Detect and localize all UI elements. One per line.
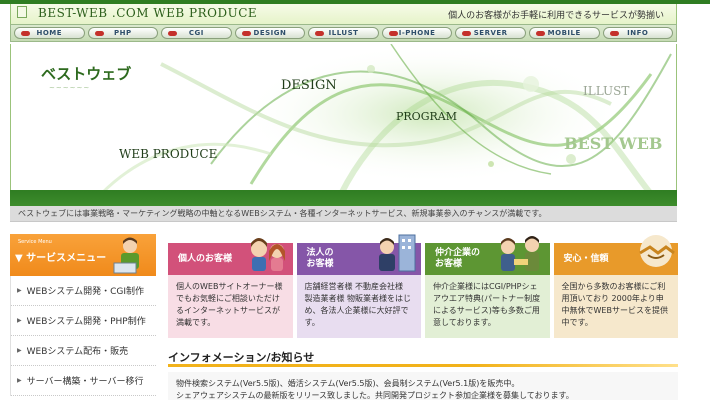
- customer-cards: 個人のお客様 個人のWEBサイトオーナー様でもお気軽にご相談いただけるインターネ…: [168, 234, 678, 338]
- sidebar-title: ▼ サービスメニュー: [15, 253, 107, 264]
- card-body: 仲介企業様にはCGI/PHPシェアウエア特典(パートナー制度によるサービス)等も…: [425, 275, 550, 338]
- info-body: 物件検索システム(Ver5.5版)、婚活システム(Ver5.5版)、会員制システ…: [168, 372, 678, 400]
- hero-word-best-web: BEST WEB: [564, 134, 663, 153]
- sidebar-header-small: Service Menu: [18, 239, 52, 245]
- card-title: 個人のお客様: [178, 253, 233, 264]
- arrow-right-icon: ▶: [17, 287, 22, 294]
- card-title: 仲介企業の お客様: [435, 248, 481, 269]
- nav-label: PHP: [114, 29, 132, 37]
- card-corporate[interactable]: 法人の お客様 店舗経営者様 不動産会社様 製造業者様 物販業者様をはじめ、各法…: [296, 234, 421, 338]
- nav-label: SERVER: [473, 29, 508, 37]
- arrow-right-icon: ▶: [17, 317, 22, 324]
- agents-icon: [500, 236, 539, 271]
- hero-word-illust: ILLUST: [583, 84, 630, 98]
- hero-word-web-produce: WEB PRODUCE: [119, 147, 218, 161]
- notice-bar: ベストウェブには事業戦略・マーケティング戦略の中軸となるWEBシステム・各種イン…: [10, 206, 677, 222]
- sidebar-item-label: WEBシステム開発・PHP制作: [26, 317, 146, 327]
- site-logo-icon[interactable]: [17, 6, 27, 18]
- card-personal[interactable]: 個人のお客様 個人のWEBサイトオーナー様でもお気軽にご相談いただけるインターネ…: [168, 238, 293, 338]
- hero-word-design: DESIGN: [281, 78, 337, 93]
- nav-iphone[interactable]: I-PHONE: [381, 27, 453, 39]
- person-with-laptop-icon: [113, 237, 139, 274]
- nav-bullet-icon: [168, 31, 178, 36]
- businessman-building-icon: [379, 234, 416, 272]
- main-nav: HOME PHP CGI DESIGN ILLUST I-PHONE SERVE…: [10, 24, 677, 42]
- nav-label: HOME: [36, 29, 63, 37]
- hero-logo: ベストウェブ: [41, 65, 132, 83]
- nav-design[interactable]: DESIGN: [234, 27, 306, 39]
- nav-server[interactable]: SERVER: [455, 27, 526, 39]
- nav-label: ILLUST: [328, 29, 359, 37]
- nav-bullet-icon: [535, 31, 545, 36]
- nav-bullet-icon: [94, 31, 104, 36]
- nav-bullet-icon: [609, 31, 619, 36]
- card-agency[interactable]: 仲介企業の お客様 仲介企業様にはCGI/PHPシェアウエア特典(パートナー制度…: [425, 236, 550, 338]
- site-name[interactable]: BEST-WEB .COM WEB PRODUCE: [38, 6, 257, 20]
- sidebar-header: Service Menu ▼ サービスメニュー: [10, 234, 156, 276]
- nav-bullet-icon: [241, 31, 251, 36]
- nav-label: INFO: [627, 29, 649, 37]
- sidebar-item-cgi[interactable]: ▶ WEBシステム開発・CGI制作: [11, 276, 156, 306]
- hero-word-program: PROGRAM: [396, 110, 457, 123]
- nav-bullet-icon: [21, 31, 30, 36]
- sidebar-item-label: WEBシステム開発・CGI制作: [26, 287, 145, 297]
- sidebar-item-php[interactable]: ▶ WEBシステム開発・PHP制作: [11, 306, 156, 336]
- nav-mobile[interactable]: MOBILE: [528, 27, 600, 39]
- info-title: インフォメーション/お知らせ: [168, 351, 315, 364]
- arrow-right-icon: ▶: [17, 377, 22, 384]
- nav-label: DESIGN: [253, 29, 287, 37]
- card-body: 全国から多数のお客様にご利用頂いており 2000年より申中無休でWEBサービスを…: [553, 275, 678, 338]
- info-line-2: シェアウェアシステムの最新版をリリース致しました。共同開発プロジェクト参加企業様…: [176, 391, 574, 400]
- nav-bullet-icon: [315, 31, 325, 36]
- sidebar-item-server[interactable]: ▶ サーバー構築・サーバー移行: [11, 366, 156, 396]
- header: BEST-WEB .COM WEB PRODUCE 個人のお客様がお手軽に利用で…: [10, 4, 677, 24]
- arrow-right-icon: ▶: [17, 347, 22, 354]
- nav-label: CGI: [188, 29, 204, 37]
- hero-base-bar: [10, 190, 677, 206]
- nav-home[interactable]: HOME: [14, 27, 85, 39]
- nav-illust[interactable]: ILLUST: [308, 27, 379, 39]
- header-tagline: 個人のお客様がお手軽に利用できるサービスが勢揃い: [448, 11, 664, 21]
- info-line-1: 物件検索システム(Ver5.5版)、婚活システム(Ver5.5版)、会員制システ…: [176, 379, 520, 388]
- nav-bullet-icon: [388, 31, 398, 36]
- handshake-icon: [639, 235, 675, 267]
- nav-info[interactable]: INFO: [602, 27, 674, 39]
- card-title: 法人の お客様: [306, 248, 334, 269]
- sidebar-menu: ▶ WEBシステム開発・CGI制作 ▶ WEBシステム開発・PHP制作 ▶ WEBシス…: [10, 276, 156, 396]
- sidebar: Service Menu ▼ サービスメニュー ▶ WEBシステム開発・CGI制作…: [10, 234, 156, 400]
- nav-php[interactable]: PHP: [87, 27, 159, 39]
- sidebar-item-distribution[interactable]: ▶ WEBシステム配布・販売: [11, 336, 156, 366]
- sidebar-item-label: WEBシステム配布・販売: [26, 347, 129, 357]
- hero-banner: ベストウェブ ~~~~~~ DESIGN PROGRAM ILLUST WEB …: [10, 44, 677, 196]
- sidebar-item-label: サーバー構築・サーバー移行: [26, 377, 144, 387]
- hero-logo-ornament: ~~~~~~: [49, 84, 91, 92]
- info-underline: [168, 364, 678, 367]
- card-title: 安心・信頼: [563, 253, 609, 264]
- couple-icon: [250, 238, 285, 271]
- nav-cgi[interactable]: CGI: [161, 27, 232, 39]
- card-body: 個人のWEBサイトオーナー様でもお気軽にご相談いただけるインターネットサービスが…: [168, 275, 293, 338]
- card-trust[interactable]: 安心・信頼 全国から多数のお客様にご利用頂いており 2000年より申中無休でWE…: [553, 235, 678, 338]
- nav-label: MOBILE: [547, 29, 581, 37]
- nav-label: I-PHONE: [398, 29, 436, 37]
- nav-bullet-icon: [462, 31, 472, 36]
- card-body: 店舗経営者様 不動産会社様 製造業者様 物販業者様をはじめ、各法人企業様に大好評…: [296, 275, 421, 338]
